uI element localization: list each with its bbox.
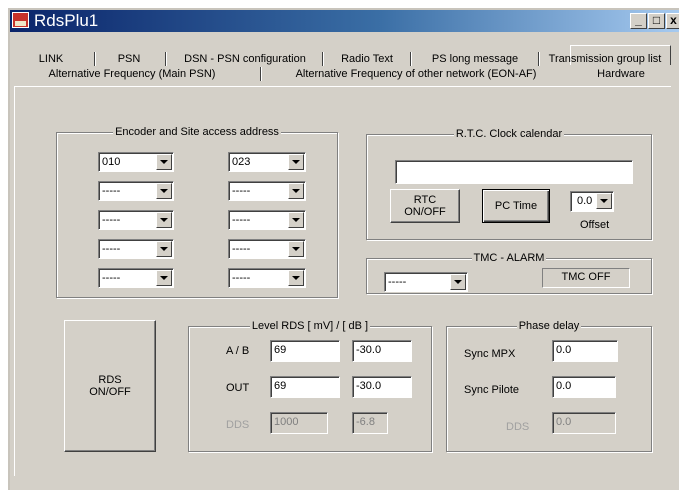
tab-dsn-psn-config[interactable]: DSN - PSN configuration [170,51,320,67]
sync-mpx-input[interactable]: 0.0 [552,340,618,362]
chevron-down-icon[interactable] [288,270,304,286]
level-out-db-input[interactable]: -30.0 [352,376,412,398]
tab-af-eon[interactable]: Alternative Frequency of other network (… [276,66,556,82]
chevron-down-icon[interactable] [288,241,304,257]
phase-dds-input: 0.0 [552,412,616,434]
minimize-button[interactable]: _ [630,13,647,29]
tab-psn[interactable]: PSN [98,51,160,67]
sync-pilote-input[interactable]: 0.0 [552,376,616,398]
level-rds-group-title: Level RDS [ mV] / [ dB ] [249,320,371,332]
level-ab-mv-input[interactable]: 69 [270,340,340,362]
phase-delay-group-title: Phase delay [516,320,582,332]
tab-radio-text[interactable]: Radio Text [326,51,408,67]
tab-transmission-group-list[interactable]: Transmission group list [542,51,668,67]
level-label-out: OUT [226,382,250,394]
chevron-down-icon[interactable] [156,270,172,286]
phase-label-sync-pilote: Sync Pilote [464,384,520,396]
rds-on-off-button[interactable]: RDS ON/OFF [64,320,156,452]
tab-hardware[interactable]: Hardware [576,66,666,82]
level-dds-mv-input: 1000 [270,412,328,434]
level-label-ab: A / B [226,345,250,357]
tmc-select[interactable]: ----- [384,272,468,292]
encoder-address-left-1[interactable]: 010 [98,152,174,172]
close-button[interactable]: x [666,13,679,29]
encoder-address-right-1[interactable]: 023 [228,152,306,172]
chevron-down-icon[interactable] [450,274,466,290]
tab-ps-long-message[interactable]: PS long message [414,51,536,67]
phase-label-sync-mpx: Sync MPX [464,348,516,360]
phase-label-dds: DDS [506,421,530,433]
window-title: RdsPlu1 [34,11,99,30]
encoder-address-left-2[interactable]: ----- [98,181,174,201]
level-out-mv-input[interactable]: 69 [270,376,340,398]
tab-strip: LINK PSN DSN - PSN configuration Radio T… [14,39,670,82]
rtc-on-off-button[interactable]: RTC ON/OFF [390,189,460,223]
rtc-group-title: R.T.C. Clock calendar [453,128,565,140]
chevron-down-icon[interactable] [288,183,304,199]
level-ab-db-input[interactable]: -30.0 [352,340,412,362]
chevron-down-icon[interactable] [596,193,612,209]
chevron-down-icon[interactable] [288,212,304,228]
rtc-clock-field[interactable] [395,160,633,184]
app-icon [12,12,29,28]
maximize-button[interactable]: □ [648,13,665,29]
chevron-down-icon[interactable] [156,212,172,228]
offset-label: Offset [580,219,610,231]
tmc-group-title: TMC - ALARM [471,252,547,264]
pc-time-button[interactable]: PC Time [482,189,550,223]
chevron-down-icon[interactable] [156,183,172,199]
level-dds-db-input: -6.8 [352,412,388,434]
encoder-address-right-4[interactable]: ----- [228,239,306,259]
title-bar[interactable]: RdsPlu1 _ □ x [10,10,679,32]
chevron-down-icon[interactable] [156,154,172,170]
encoder-address-right-5[interactable]: ----- [228,268,306,288]
chevron-down-icon[interactable] [288,154,304,170]
encoder-address-left-3[interactable]: ----- [98,210,174,230]
tab-af-main-psn[interactable]: Alternative Frequency (Main PSN) [14,66,250,82]
encoder-address-left-4[interactable]: ----- [98,239,174,259]
tmc-status: TMC OFF [542,268,630,288]
encoder-address-right-3[interactable]: ----- [228,210,306,230]
encoder-group-title: Encoder and Site access address [113,126,281,138]
level-label-dds: DDS [226,419,250,431]
tab-link[interactable]: LINK [24,51,78,67]
encoder-address-left-5[interactable]: ----- [98,268,174,288]
encoder-address-right-2[interactable]: ----- [228,181,306,201]
chevron-down-icon[interactable] [156,241,172,257]
offset-select[interactable]: 0.0 [570,191,614,212]
